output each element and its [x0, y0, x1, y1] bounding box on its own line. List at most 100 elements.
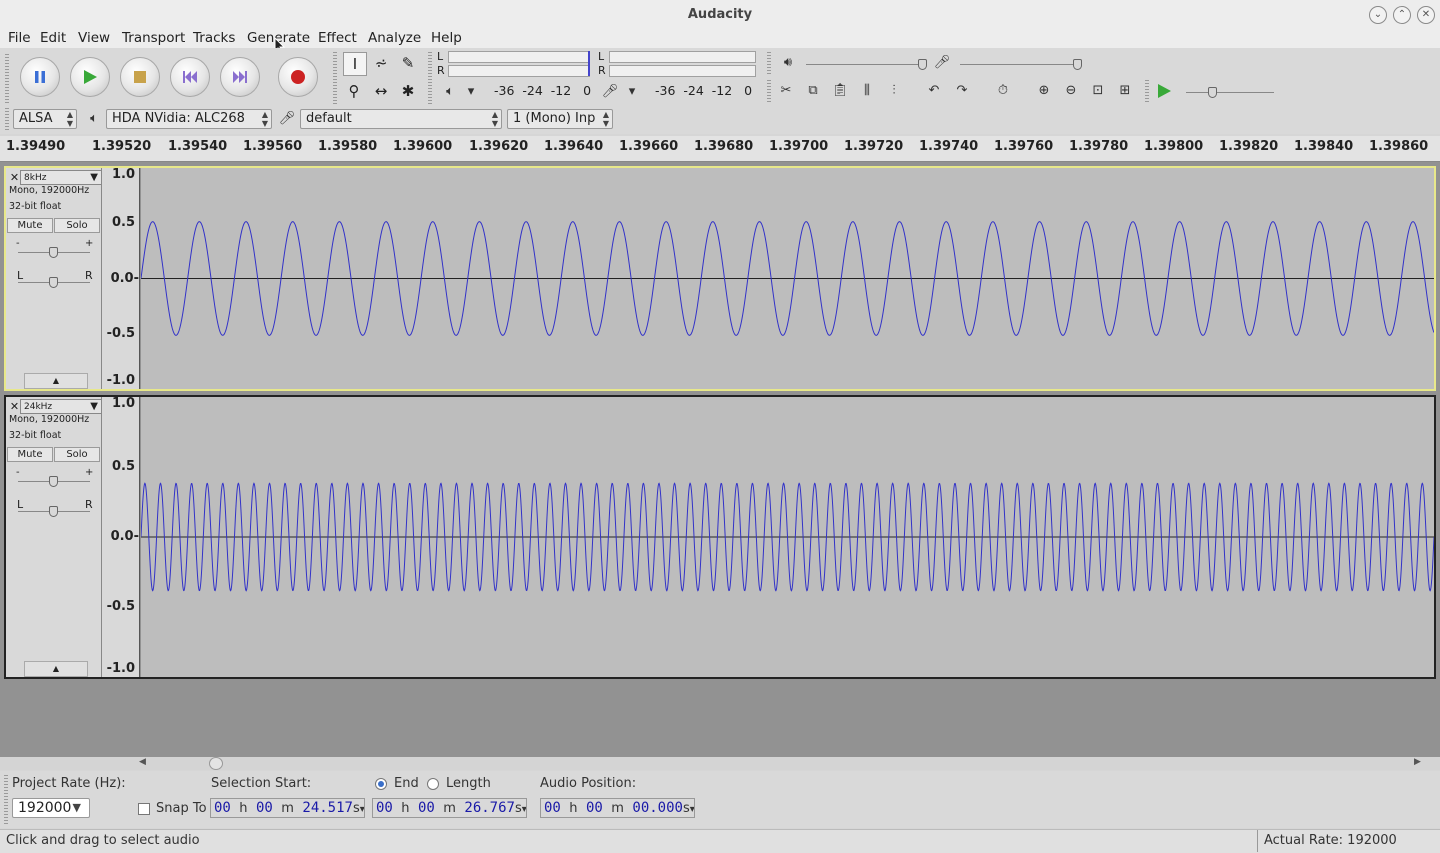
gain-slider[interactable] [49, 476, 58, 487]
track-control-panel[interactable]: ✕ 24kHz ▼ Mono, 192000Hz 32-bit float Mut… [6, 397, 102, 677]
fit-selection-icon[interactable]: ⊡ [1086, 79, 1110, 103]
sync-lock-icon[interactable]: ⏱︎ [991, 79, 1015, 103]
pause-button[interactable] [20, 57, 60, 97]
minimize-icon[interactable]: ⌄ [1369, 6, 1387, 24]
toolbar-grip[interactable] [767, 52, 771, 76]
scroll-right-icon[interactable]: ▶ [1414, 757, 1421, 767]
toolbar-grip[interactable] [4, 775, 8, 825]
solo-button[interactable]: Solo [54, 447, 100, 462]
record-meter-left[interactable] [609, 51, 756, 63]
play-speed-track[interactable] [1186, 92, 1274, 93]
project-rate-select[interactable]: 192000 ▼ [12, 798, 90, 818]
pan-slider[interactable] [49, 506, 58, 517]
play-at-speed-icon[interactable] [1152, 79, 1176, 103]
scroll-left-icon[interactable]: ◀ [139, 757, 146, 767]
ruler-tick-label: 1.39680 [694, 139, 754, 154]
menu-edit[interactable]: Edit [40, 30, 66, 46]
zoom-tool-icon[interactable]: ⚲ [343, 80, 365, 102]
title-bar: Audacity ⌄ ⌃ ✕ [0, 0, 1440, 30]
toolbar-grip[interactable] [5, 108, 9, 130]
audio-host-select[interactable]: ALSA ▲ ▼ [13, 109, 77, 129]
toolbar-grip[interactable] [428, 52, 432, 104]
record-button[interactable] [278, 57, 318, 97]
play-button[interactable] [70, 57, 110, 97]
time-shift-tool-icon[interactable]: ↔ [370, 80, 392, 102]
skip-to-start-button[interactable] [170, 57, 210, 97]
audio-track[interactable]: ✕ 24kHz ▼ Mono, 192000Hz 32-bit float Mut… [4, 395, 1436, 679]
playback-device-select[interactable]: HDA NVidia: ALC268 ▲ ▼ [106, 109, 272, 129]
waveform[interactable] [141, 168, 1434, 389]
scrollbar-thumb[interactable] [209, 757, 223, 770]
chevron-down-icon[interactable]: ▾ [620, 80, 644, 104]
record-volume-slider[interactable] [1073, 59, 1082, 70]
track-name-menu[interactable]: 8kHz ▼ [20, 170, 102, 185]
mute-button[interactable]: Mute [7, 447, 53, 462]
copy-icon[interactable]: ⧉ [801, 79, 825, 103]
cut-icon[interactable]: ✂ [774, 79, 798, 103]
vertical-ruler[interactable]: 1.0 0.5 0.0- -0.5 -1.0 [102, 167, 140, 389]
trim-icon[interactable]: ⫼ [855, 79, 879, 103]
selection-end-time[interactable]: 00 h 00 m 26.767s▾ [372, 798, 527, 818]
silence-icon[interactable]: ⫶ [882, 79, 906, 103]
menu-tracks[interactable]: Tracks [193, 30, 235, 46]
actual-rate: Actual Rate: 192000 [1264, 833, 1397, 848]
menu-file[interactable]: File [8, 30, 31, 46]
toolbar-grip[interactable] [5, 54, 9, 104]
fit-project-icon[interactable]: ⊞ [1113, 79, 1137, 103]
playback-volume-slider[interactable] [918, 59, 927, 70]
chevron-down-icon[interactable]: ▾ [459, 80, 483, 104]
redo-icon[interactable]: ↷ [950, 79, 974, 103]
paste-icon[interactable]: 📋︎ [828, 79, 852, 103]
record-meter-right[interactable] [609, 65, 756, 77]
close-icon[interactable]: ✕ [1417, 6, 1435, 24]
snap-to-checkbox[interactable] [138, 803, 150, 815]
selection-tool-icon[interactable]: I [343, 52, 367, 76]
playback-meter-right[interactable] [448, 65, 590, 77]
audio-position-time[interactable]: 00 h 00 m 00.000s▾ [540, 798, 695, 818]
menu-effect[interactable]: Effect [318, 30, 357, 46]
multi-tool-icon[interactable]: ✱ [397, 80, 419, 102]
playback-meter-left[interactable] [448, 51, 590, 63]
maximize-icon[interactable]: ⌃ [1393, 6, 1411, 24]
toolbar-grip[interactable] [1145, 80, 1149, 104]
pan-slider[interactable] [49, 277, 58, 288]
timeline-ruler[interactable]: 1.39490 1.39520 1.39540 1.39560 1.39580 1.396… [0, 136, 1440, 162]
recording-device-select[interactable]: default ▲ ▼ [300, 109, 502, 129]
collapse-track-button[interactable]: ▲ [24, 661, 88, 677]
track-control-panel[interactable]: ✕ 8kHz ▼ Mono, 192000Hz 32-bit float Mute… [6, 168, 102, 389]
undo-icon[interactable]: ↶ [922, 79, 946, 103]
menu-view[interactable]: View [78, 30, 110, 46]
menu-transport[interactable]: Transport [122, 30, 185, 46]
recording-channels-select[interactable]: 1 (Mono) Inp ▲ ▼ [507, 109, 613, 129]
length-radio[interactable] [427, 778, 439, 790]
menu-analyze[interactable]: Analyze [368, 30, 421, 46]
mute-button[interactable]: Mute [7, 218, 53, 233]
toolbar-grip[interactable] [767, 80, 771, 104]
horizontal-scrollbar[interactable]: ◀ ▶ [0, 757, 1440, 770]
end-radio[interactable] [375, 778, 387, 790]
toolbar-grip[interactable] [333, 52, 337, 104]
selection-start-time[interactable]: 00 h 00 m 24.517s▾ [210, 798, 365, 818]
play-speed-slider[interactable] [1208, 87, 1217, 98]
microphone-icon[interactable]: 🎤︎ [598, 80, 622, 104]
menu-help[interactable]: Help [431, 30, 462, 46]
gain-slider[interactable] [49, 247, 58, 258]
ruler-tick-label: 1.39560 [243, 139, 303, 154]
envelope-tool-icon[interactable]: ⩫ [370, 52, 392, 74]
draw-tool-icon[interactable]: ✎ [397, 52, 419, 74]
vertical-ruler[interactable]: 1.0 0.5 0.0- -0.5 -1.0 [102, 396, 140, 677]
ruler-tick-label: 1.39760 [994, 139, 1054, 154]
record-volume-track[interactable] [960, 64, 1080, 65]
stop-button[interactable] [120, 57, 160, 97]
zoom-out-icon[interactable]: ⊖ [1059, 79, 1083, 103]
skip-to-end-button[interactable] [220, 57, 260, 97]
skip-end-icon [221, 58, 259, 96]
waveform[interactable] [141, 397, 1434, 677]
solo-button[interactable]: Solo [54, 218, 100, 233]
collapse-track-button[interactable]: ▲ [24, 373, 88, 389]
audio-track[interactable]: ✕ 8kHz ▼ Mono, 192000Hz 32-bit float Mute… [4, 166, 1436, 391]
zoom-in-icon[interactable]: ⊕ [1032, 79, 1056, 103]
track-name-menu[interactable]: 24kHz ▼ [20, 399, 102, 414]
playback-volume-track[interactable] [806, 64, 926, 65]
pan-right-label: R [85, 498, 93, 511]
